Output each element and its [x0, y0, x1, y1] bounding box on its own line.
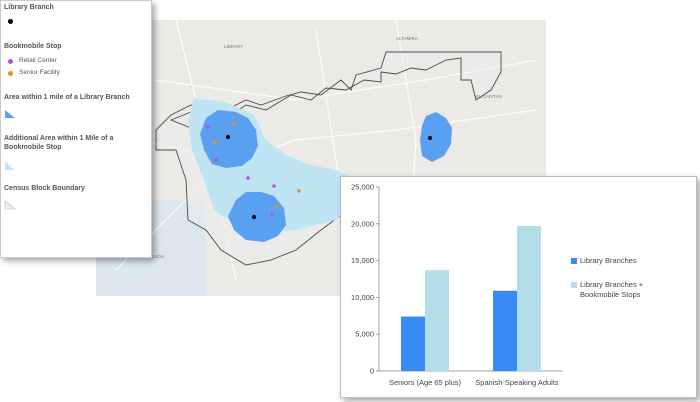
map-place-label: EL CAPITAN	[476, 94, 502, 99]
bar	[401, 316, 425, 371]
retail-center-marker[interactable]	[206, 125, 210, 129]
y-tick-label: 0	[370, 367, 374, 376]
y-tick-label: 10,000	[351, 293, 374, 302]
library-branch-marker[interactable]	[252, 215, 256, 219]
legend-senior-label: Senior Facility	[19, 69, 60, 76]
bar-chart-panel: 0 5,000 10,000 15,000 20,000 25,000 Seniors (A…	[340, 176, 697, 398]
y-tick-label: 25,000	[351, 183, 374, 192]
within-mile-swatch	[5, 110, 15, 118]
retail-center-marker[interactable]	[270, 212, 274, 216]
legend-additional-area-title: Additional Area within 1 Mile of a Bookm…	[4, 135, 114, 151]
y-tick-label: 15,000	[351, 256, 374, 265]
senior-facility-marker[interactable]	[297, 189, 301, 193]
y-tick-label: 20,000	[351, 219, 374, 228]
senior-facility-swatch	[8, 71, 13, 76]
retail-center-marker[interactable]	[272, 184, 276, 188]
legend-within-mile-title: Area within 1 mile of a Library Branch	[4, 94, 130, 101]
legend-census-title: Census Block Boundary	[4, 185, 85, 192]
legend-swatch	[571, 282, 577, 288]
bar	[493, 290, 517, 371]
x-tick-label: Seniors (Age 65 plus)	[389, 378, 462, 387]
legend-library-branch-title: Library Branch	[4, 4, 54, 11]
legend-label: Library Branches + Bookmobile Stops	[580, 280, 644, 299]
legend-bookmobile-title: Bookmobile Stop	[4, 43, 62, 50]
map-legend: Library Branch Bookmobile Stop Retail Ce…	[0, 0, 152, 258]
retail-center-marker[interactable]	[246, 176, 250, 180]
senior-facility-marker[interactable]	[232, 121, 236, 125]
additional-area-swatch	[5, 162, 15, 170]
library-branch-marker[interactable]	[226, 135, 230, 139]
retail-center-swatch	[8, 59, 13, 64]
map-place-label: LIBRARY	[224, 44, 243, 49]
bar	[425, 270, 449, 371]
x-tick-label: Spanish-Speaking Adults	[475, 378, 559, 387]
legend-swatch	[571, 258, 577, 264]
y-tick-label: 5,000	[355, 330, 374, 339]
bar-chart: 0 5,000 10,000 15,000 20,000 25,000 Seniors (A…	[351, 183, 644, 388]
legend-retail-label: Retail Center	[19, 57, 57, 64]
census-swatch	[4, 200, 16, 210]
retail-center-marker[interactable]	[214, 158, 218, 162]
legend-label: Library Branches	[580, 256, 637, 265]
bar	[517, 226, 541, 371]
library-branch-swatch	[8, 19, 13, 24]
senior-facility-marker[interactable]	[275, 205, 279, 209]
library-branch-marker[interactable]	[428, 136, 432, 140]
map-place-label: ALTAMIRA	[396, 36, 418, 41]
senior-facility-marker[interactable]	[213, 140, 217, 144]
library-area-east	[420, 112, 452, 162]
